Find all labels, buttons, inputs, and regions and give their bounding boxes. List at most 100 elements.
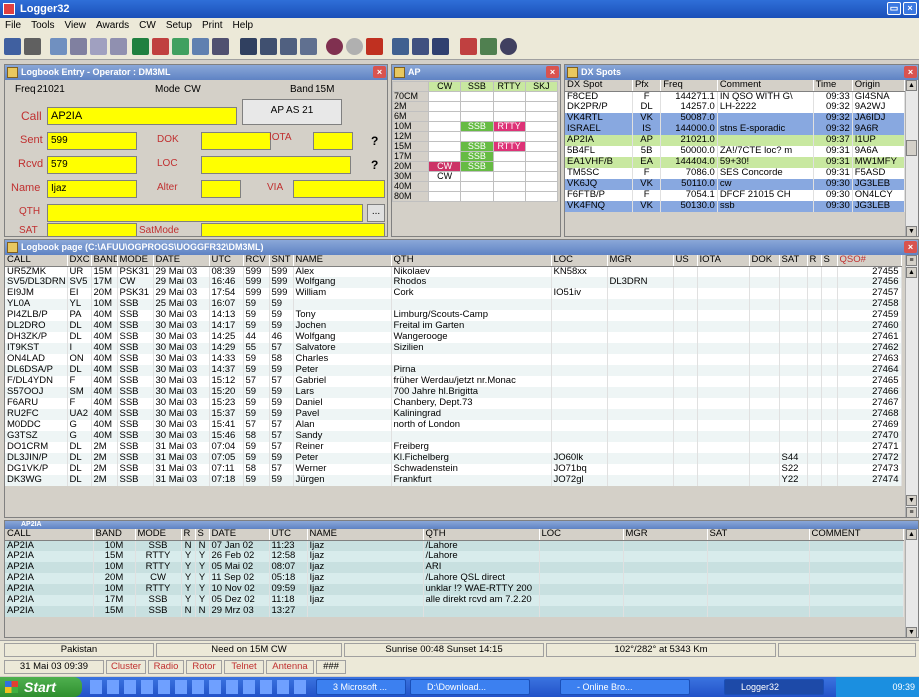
matrix-cell[interactable] [427, 151, 462, 162]
dx-col-header[interactable]: Pfx [632, 80, 662, 92]
radio-button[interactable]: Radio [148, 660, 184, 674]
globe-icon[interactable] [132, 38, 149, 55]
scroll-down-icon[interactable]: ▼ [906, 627, 917, 637]
menu-print[interactable]: Print [202, 20, 223, 31]
matrix-cell[interactable] [427, 91, 462, 102]
logbook-scrollbar[interactable]: ≡ ▲ ▼ ≡ [905, 255, 918, 517]
matrix-cell[interactable] [460, 101, 494, 112]
scroll-bottom-icon[interactable]: ≡ [906, 507, 917, 517]
logbook-col-header[interactable]: DXC [67, 255, 92, 267]
logbook-col-header[interactable]: UTC [209, 255, 244, 267]
dx-col-header[interactable]: Time [813, 80, 853, 92]
dx-col-header[interactable]: DX Spot [565, 80, 633, 92]
dx-spot-row[interactable]: VK6JQ VK 50110.0 cw 09:30 JG3LEB [565, 179, 906, 191]
rcvd-field[interactable]: 579 [47, 156, 137, 174]
logbook-row[interactable]: EI9JM EI 20M PSK31 29 Mai 03 17:54 599 599 Willi… [5, 288, 902, 300]
logbook-col-header[interactable]: SNT [269, 255, 294, 267]
matrix-cell[interactable] [524, 151, 559, 162]
matrix-cell[interactable] [524, 101, 559, 112]
mail-icon[interactable] [480, 38, 497, 55]
logbook-col-header[interactable]: SAT [779, 255, 808, 267]
close-icon[interactable]: × [904, 66, 917, 78]
name-field[interactable]: Ijaz [47, 180, 137, 198]
logbook-row[interactable]: IT9KST I 40M SSB 30 Mai 03 14:29 55 57 Salvatore… [5, 343, 902, 355]
logbook-row[interactable]: F/DL4YDN F 40M SSB 30 Mai 03 15:12 57 57 Gabriel… [5, 376, 902, 388]
antenna-icon[interactable] [460, 38, 477, 55]
iota-lookup-button[interactable]: ? [371, 134, 378, 148]
matrix-cell[interactable] [492, 101, 526, 112]
logbook-col-header[interactable]: R [807, 255, 822, 267]
logbook-col-header[interactable]: MODE [117, 255, 154, 267]
dx-spot-row[interactable]: VK4FNQ VK 50130.0 ssb 09:30 JG3LEB [565, 201, 906, 213]
print-icon[interactable] [24, 38, 41, 55]
logbook-col-header[interactable]: BAND [91, 255, 118, 267]
dx-spot-row[interactable]: DK2PR/P DL 14257.0 LH-2222 09:32 9A2WJ [565, 102, 906, 114]
logbook-row[interactable]: RU2FC UA2 40M SSB 30 Mai 03 15:37 59 59 Pavel Kal… [5, 409, 902, 421]
call-field[interactable]: AP2IA [47, 107, 237, 125]
previous-scrollbar[interactable]: ▲ ▼ [905, 529, 918, 637]
matrix-cell[interactable] [427, 101, 462, 112]
matrix-cell[interactable] [524, 191, 559, 202]
close-icon[interactable]: × [904, 241, 917, 253]
logbook-row[interactable]: DO1CRM DL 2M SSB 31 Mai 03 07:04 59 57 Reiner Fre… [5, 442, 902, 454]
dx-col-header[interactable]: Comment [717, 80, 814, 92]
matrix-cell[interactable] [492, 161, 526, 172]
logbook-row[interactable]: DL2DRO DL 40M SSB 30 Mai 03 14:17 59 59 Jochen Fr… [5, 321, 902, 333]
cluster-button[interactable]: Cluster [106, 660, 146, 674]
dx-spot-row[interactable]: AP2IA AP 21021.0 09:37 I1UP [565, 135, 906, 147]
open-log-icon[interactable] [4, 38, 21, 55]
menu-file[interactable]: File [5, 20, 21, 31]
rotor-button[interactable]: Rotor [186, 660, 222, 674]
logbook-row[interactable]: S57OOJ SM 40M SSB 30 Mai 03 15:20 59 59 Lars 700 … [5, 387, 902, 399]
clock-icon[interactable] [346, 38, 363, 55]
previous-qso-row[interactable]: AP2IA 10M SSB N N 07 Jan 02 11:23 Ijaz/Lahore [5, 540, 904, 552]
logbook-col-header[interactable]: RCV [243, 255, 270, 267]
propagation-icon[interactable] [366, 38, 383, 55]
loc-lookup-button[interactable]: ? [371, 158, 378, 172]
logbook-row[interactable]: G3TSZ G 40M SSB 30 Mai 03 15:46 58 57 Sandy 27470 [5, 431, 902, 443]
satmode-field[interactable] [201, 223, 385, 236]
dx-col-header[interactable]: Freq [660, 80, 718, 92]
cluster-icon[interactable] [392, 38, 409, 55]
matrix-cell[interactable] [492, 91, 526, 102]
dx-spot-row[interactable]: F8CED F 144271.1 IN QSO WITH G\ 09:33 GI4SNA [565, 91, 906, 103]
previous-col-header[interactable]: NAME [307, 529, 424, 541]
matrix-cell[interactable]: CW [427, 171, 462, 182]
matrix-cell[interactable] [460, 191, 494, 202]
start-button[interactable]: Start [0, 677, 82, 697]
qth-browse-button[interactable]: ... [367, 204, 385, 222]
logbook-row[interactable]: UR5ZMK UR 15M PSK31 29 Mai 03 08:39 599 599 Alex… [5, 266, 902, 278]
matrix-cell[interactable] [524, 161, 559, 172]
telnet-button[interactable]: Telnet [224, 660, 264, 674]
previous-col-header[interactable]: SAT [707, 529, 810, 541]
qsl-icon[interactable] [110, 38, 127, 55]
matrix-cell[interactable] [524, 171, 559, 182]
logbook-row[interactable]: YL0A YL 10M SSB 25 Mai 03 16:07 59 59 27458 [5, 299, 902, 311]
matrix-cell[interactable] [524, 181, 559, 192]
matrix-cell[interactable] [460, 111, 494, 122]
sent-field[interactable]: 599 [47, 132, 137, 150]
dx-spot-row[interactable]: ISRAEL IS 144000.0 stns E-sporadic 09:32 9A6R [565, 124, 906, 136]
via-field[interactable] [293, 180, 385, 198]
map-icon[interactable] [172, 38, 189, 55]
find-icon[interactable] [50, 38, 67, 55]
matrix-cell[interactable] [492, 171, 526, 182]
matrix-cell[interactable]: SSB [460, 161, 494, 172]
logbook-row[interactable]: SV5/DL3DRN SV5 17M CW 29 Mai 03 16:46 599 599 Wo… [5, 277, 902, 289]
matrix-cell[interactable] [524, 91, 559, 102]
matrix-cell[interactable]: SSB [460, 141, 494, 152]
matrix-cell[interactable]: RTTY [492, 141, 526, 152]
grid-icon[interactable] [192, 38, 209, 55]
award-icon[interactable] [152, 38, 169, 55]
matrix-cell[interactable] [427, 131, 462, 142]
matrix-cell[interactable] [524, 131, 559, 142]
close-button[interactable]: × [903, 2, 917, 15]
previous-col-header[interactable]: UTC [269, 529, 308, 541]
previous-qso-row[interactable]: AP2IA 17M SSB Y Y 05 Dez 02 11:18 Ijaz alle dire… [5, 595, 904, 607]
dx-scrollbar[interactable]: ▲ ▼ [905, 80, 918, 236]
matrix-cell[interactable] [492, 131, 526, 142]
logbook-row[interactable]: F6ARU F 40M SSB 30 Mai 03 15:23 59 59 Daniel Chan… [5, 398, 902, 410]
taskbar-item-browser[interactable]: - Online Bro... [560, 679, 690, 695]
menu-view[interactable]: View [64, 20, 86, 31]
dx-spot-row[interactable]: 5B4FL 5B 50000.0 ZA!/7CTE loc? m 09:31 9A6A [565, 146, 906, 158]
